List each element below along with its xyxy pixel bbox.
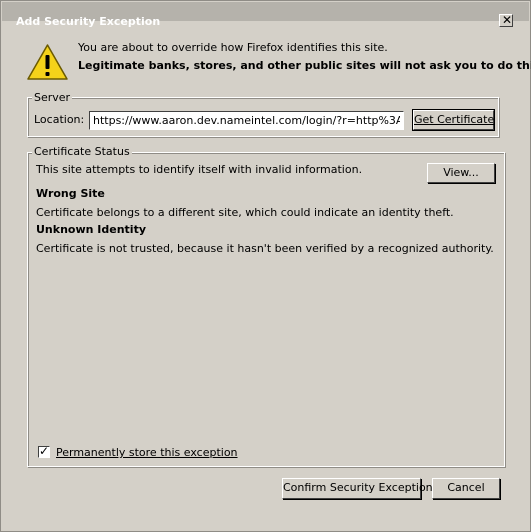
checkmark-icon: ✓ bbox=[39, 444, 50, 458]
issue-heading: Wrong Site bbox=[36, 187, 105, 200]
dialog-window: Add Security Exception ✕ You are about t… bbox=[0, 0, 531, 532]
close-icon: ✕ bbox=[502, 13, 513, 27]
warning-emphasis: Legitimate banks, stores, and other publ… bbox=[78, 59, 531, 72]
view-button[interactable]: View... bbox=[427, 163, 495, 183]
certificate-status-legend: Certificate Status bbox=[32, 145, 132, 158]
confirm-security-exception-button[interactable]: Confirm Security Exception bbox=[282, 478, 433, 499]
issue-detail: Certificate is not trusted, because it h… bbox=[36, 242, 494, 255]
confirm-label: Confirm Security Exception bbox=[283, 481, 433, 494]
issue-detail: Certificate belongs to a different site,… bbox=[36, 206, 454, 219]
view-label: View... bbox=[443, 166, 479, 179]
permanent-store-label[interactable]: Permanently store this exception bbox=[56, 446, 238, 459]
cancel-button[interactable]: Cancel bbox=[432, 478, 500, 499]
location-label: Location: bbox=[34, 113, 85, 126]
dialog-title: Add Security Exception bbox=[16, 15, 161, 28]
permanent-store-checkbox[interactable]: ✓ bbox=[38, 444, 50, 458]
close-button[interactable]: ✕ bbox=[499, 13, 513, 27]
server-legend: Server bbox=[32, 91, 73, 104]
status-intro: This site attempts to identify itself wi… bbox=[36, 163, 363, 176]
warning-icon bbox=[27, 44, 68, 80]
warning-message: You are about to override how Firefox id… bbox=[78, 41, 388, 54]
issue-heading: Unknown Identity bbox=[36, 223, 147, 236]
get-certificate-label: Get Certificate bbox=[414, 113, 495, 126]
cancel-label: Cancel bbox=[447, 481, 485, 494]
location-input[interactable] bbox=[89, 111, 404, 130]
get-certificate-button[interactable]: Get Certificate bbox=[412, 109, 495, 131]
